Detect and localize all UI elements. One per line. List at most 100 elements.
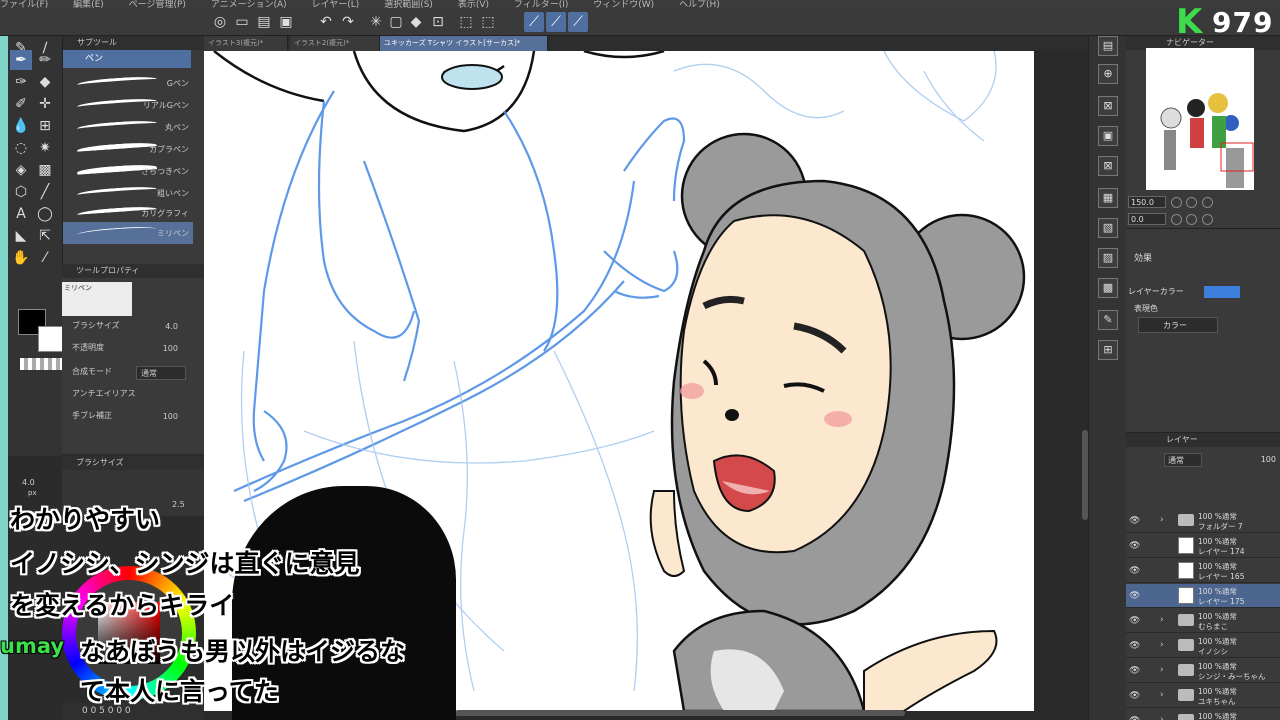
- brush-kabura-pen[interactable]: カブラペン: [63, 138, 193, 160]
- eye-icon[interactable]: 👁: [1129, 716, 1140, 720]
- panel-icon-8[interactable]: ▨: [1098, 248, 1118, 268]
- gradient-icon[interactable]: ▩: [34, 160, 56, 180]
- zoom-out-icon[interactable]: [1170, 197, 1182, 208]
- panel-icon-3[interactable]: ⊠: [1098, 96, 1118, 116]
- layer-folder-row[interactable]: 👁 › 100 %通常: [1126, 709, 1280, 720]
- transparent-color-swatch[interactable]: [20, 358, 64, 370]
- tab-tshirt-illust[interactable]: ユキッカーズ Tシャツ イラスト[サーカス]*: [380, 36, 548, 51]
- snap-grid-icon[interactable]: ⟋: [568, 12, 588, 32]
- menu-page[interactable]: ページ管理(P): [129, 1, 186, 9]
- fill-bucket-icon[interactable]: ◈: [10, 160, 32, 180]
- eye-icon[interactable]: 👁: [1129, 616, 1140, 626]
- deselect-icon[interactable]: ⬚: [456, 12, 476, 32]
- layer-row[interactable]: 👁 100 %通常 レイヤー 165: [1126, 559, 1280, 583]
- blend-mode-row[interactable]: 合成モード 通常: [72, 366, 200, 382]
- tab-illust3[interactable]: イラスト3(複元)*: [204, 36, 288, 51]
- panel-icon-10[interactable]: ✎: [1098, 310, 1118, 330]
- chevron-right-icon[interactable]: ›: [1160, 515, 1164, 525]
- frame-icon[interactable]: ◣: [10, 226, 32, 246]
- navigator-angle-input[interactable]: 0.0: [1128, 213, 1166, 225]
- move-icon[interactable]: ✛: [34, 94, 56, 114]
- brush-real-g-pen[interactable]: リアルGペン: [63, 94, 193, 116]
- save-icon[interactable]: ▣: [276, 12, 296, 32]
- pencil-tool-icon[interactable]: ✏: [34, 50, 56, 70]
- chevron-right-icon[interactable]: ›: [1160, 690, 1164, 700]
- brush-calligraphy[interactable]: カリグラフィ: [63, 202, 193, 224]
- pen-tool-icon[interactable]: ✒: [10, 50, 32, 70]
- brush-coarse-pen[interactable]: 粗いペン: [63, 182, 193, 204]
- menu-file[interactable]: ファイル(F): [0, 1, 48, 9]
- figure-icon[interactable]: ⬡: [10, 182, 32, 202]
- brush-g-pen[interactable]: Gペン: [63, 72, 193, 94]
- clear-icon[interactable]: ▢: [386, 12, 406, 32]
- chevron-right-icon[interactable]: ›: [1160, 665, 1164, 675]
- eye-icon[interactable]: 👁: [1129, 691, 1140, 701]
- menu-animation[interactable]: アニメーション(A): [211, 1, 287, 9]
- brush-round-pen[interactable]: 丸ペン: [63, 116, 193, 138]
- loading-icon[interactable]: ✳: [366, 12, 386, 32]
- menu-view[interactable]: 表示(V): [458, 1, 489, 9]
- snap-special-ruler-icon[interactable]: ⟋: [546, 12, 566, 32]
- menu-window[interactable]: ウィンドウ(W): [593, 1, 654, 9]
- app-icon[interactable]: ◎: [210, 12, 230, 32]
- navigator-zoom-input[interactable]: 150.0: [1128, 196, 1166, 208]
- layer-folder-row[interactable]: 👁 › 100 %通常 むらまこ: [1126, 609, 1280, 633]
- fountain-pen-icon[interactable]: ✑: [10, 72, 32, 92]
- eye-icon[interactable]: 👁: [1129, 541, 1140, 551]
- layer-row[interactable]: 👁 100 %通常 レイヤー 175: [1126, 584, 1280, 608]
- blend-mode-select[interactable]: 通常: [136, 366, 186, 380]
- layer-folder-row[interactable]: 👁 › 100 %通常 イノシシ: [1126, 634, 1280, 658]
- zoom-in-icon[interactable]: [1186, 197, 1198, 208]
- layer-blend-mode-select[interactable]: 通常: [1164, 453, 1202, 467]
- invert-selection-icon[interactable]: ⬚: [478, 12, 498, 32]
- undo-icon[interactable]: ↶: [316, 12, 336, 32]
- subtool-tab-pen[interactable]: ペン: [63, 50, 191, 68]
- layer-color-swatch[interactable]: [1204, 286, 1240, 298]
- eye-icon[interactable]: 👁: [1129, 566, 1140, 576]
- reset-rotation-icon[interactable]: [1201, 214, 1213, 225]
- decoration-icon[interactable]: ✐: [10, 94, 32, 114]
- stabilize-row[interactable]: 手ブレ補正 100: [72, 410, 200, 426]
- opacity-row[interactable]: 不透明度 100: [72, 342, 200, 358]
- line-icon[interactable]: ╱: [34, 182, 56, 202]
- operation-icon[interactable]: ⇱: [34, 226, 56, 246]
- brush-size-value[interactable]: 4.0: [165, 322, 178, 331]
- eye-icon[interactable]: 👁: [1129, 666, 1140, 676]
- menu-help[interactable]: ヘルプ(H): [679, 1, 720, 9]
- menu-selection[interactable]: 選択範囲(S): [384, 1, 433, 9]
- panel-icon-9[interactable]: ▩: [1098, 278, 1118, 298]
- layer-folder-row[interactable]: 👁 › 100 %通常 ユキちゃん: [1126, 684, 1280, 708]
- blend-icon[interactable]: 💧: [10, 116, 32, 136]
- open-folder-icon[interactable]: ▤: [254, 12, 274, 32]
- tab-illust2[interactable]: イラスト2(複元)*: [290, 36, 380, 51]
- chevron-right-icon[interactable]: ›: [1160, 615, 1164, 625]
- layer-row[interactable]: 👁 100 %通常 レイヤー 174: [1126, 534, 1280, 558]
- layer-folder-row[interactable]: 👁 › 100 %通常 シンジ・みーちゃん: [1126, 659, 1280, 683]
- canvas-horizontal-scrollbar[interactable]: [455, 710, 905, 716]
- antialias-row[interactable]: アンチエイリアス: [72, 388, 200, 404]
- eye-icon[interactable]: 👁: [1129, 516, 1140, 526]
- eye-icon[interactable]: 👁: [1129, 641, 1140, 651]
- expression-color-select[interactable]: カラー: [1138, 317, 1218, 333]
- new-file-icon[interactable]: ▭: [232, 12, 252, 32]
- brush-rough-pen[interactable]: さらつきペン: [63, 160, 193, 182]
- magic-wand-icon[interactable]: ✷: [34, 138, 56, 158]
- chevron-right-icon[interactable]: ›: [1160, 715, 1164, 720]
- brush-size-preset-value[interactable]: 4.0: [22, 478, 35, 487]
- search-icon[interactable]: ⊕: [1098, 64, 1118, 84]
- snap-ruler-icon[interactable]: ⟋: [524, 12, 544, 32]
- rotate-left-icon[interactable]: [1170, 214, 1182, 225]
- grid-icon[interactable]: ⊞: [34, 116, 56, 136]
- eye-icon[interactable]: 👁: [1129, 591, 1140, 601]
- panel-icon-11[interactable]: ⊞: [1098, 340, 1118, 360]
- chevron-right-icon[interactable]: ›: [1160, 640, 1164, 650]
- brush-size-row[interactable]: ブラシサイズ 4.0: [72, 320, 200, 336]
- eraser-icon[interactable]: ◆: [34, 72, 56, 92]
- fill-icon[interactable]: ◆: [406, 12, 426, 32]
- navigator-thumbnail[interactable]: [1146, 48, 1254, 190]
- panel-icon-5[interactable]: ⊠: [1098, 156, 1118, 176]
- hand-icon[interactable]: ✋: [10, 248, 32, 268]
- lasso-icon[interactable]: ◌: [10, 138, 32, 158]
- transform-icon[interactable]: ⊡: [428, 12, 448, 32]
- panel-icon-6[interactable]: ▦: [1098, 188, 1118, 208]
